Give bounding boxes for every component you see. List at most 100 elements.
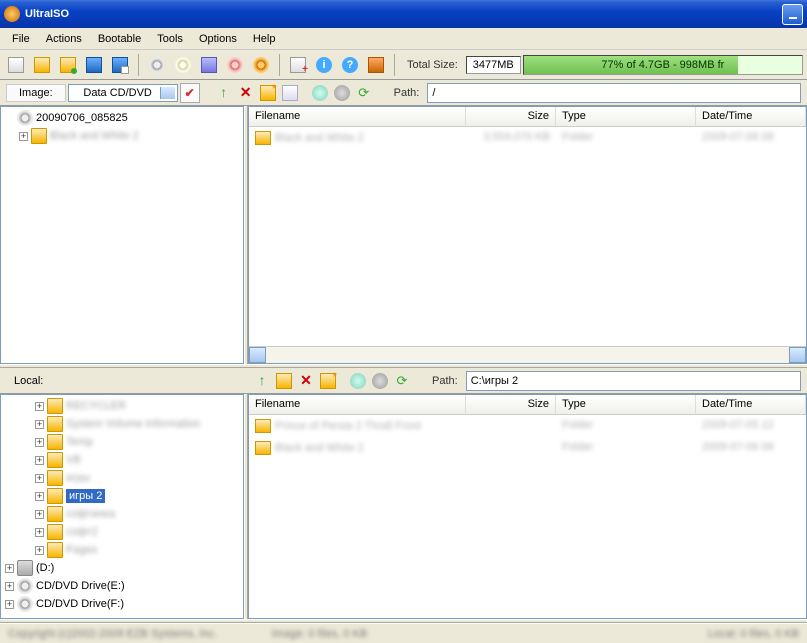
scroll-track[interactable] (266, 347, 789, 363)
menu-actions[interactable]: Actions (38, 31, 90, 47)
local-up-button[interactable]: ↑ (252, 371, 272, 391)
expander-plus[interactable]: + (19, 132, 28, 141)
tree-drive[interactable]: + (D:) (3, 559, 241, 577)
menu-help[interactable]: Help (245, 31, 284, 47)
expander-plus[interactable]: + (35, 510, 44, 519)
tree-folder[interactable]: +System Volume Information (3, 415, 241, 433)
expander-plus[interactable]: + (35, 456, 44, 465)
col-size[interactable]: Size (466, 395, 556, 414)
local-list-body[interactable]: Prince of Persia 2 Thrall Front Folder 2… (249, 415, 806, 618)
expander-plus[interactable]: + (35, 420, 44, 429)
list-item[interactable]: Black and White 2 Folder 2009-07-06 08 (249, 437, 806, 459)
status-image: Image: 0 files, 0 KB (272, 628, 536, 640)
tree-folder[interactable]: +игры (3, 469, 241, 487)
item-size (466, 439, 556, 457)
reopen-button[interactable] (56, 53, 80, 77)
expander-plus[interactable]: + (35, 438, 44, 447)
expander-plus[interactable]: + (5, 582, 14, 591)
new-folder-button[interactable] (258, 83, 278, 103)
menu-tools[interactable]: Tools (149, 31, 191, 47)
info-button[interactable]: i (312, 53, 336, 77)
col-date[interactable]: Date/Time (696, 395, 806, 414)
local-find-button[interactable] (348, 371, 368, 391)
local-settings-button[interactable] (370, 371, 390, 391)
extract-button[interactable] (171, 53, 195, 77)
delete-x-icon: ✕ (238, 85, 254, 101)
col-filename[interactable]: Filename (249, 395, 466, 414)
add-files-button[interactable] (286, 53, 310, 77)
compress-icon (201, 57, 217, 73)
h-scrollbar[interactable] (249, 346, 806, 363)
expander-plus[interactable]: + (35, 546, 44, 555)
find-button[interactable] (310, 83, 330, 103)
exit-button[interactable] (364, 53, 388, 77)
image-path-input[interactable] (427, 83, 801, 103)
create-cd-button[interactable] (145, 53, 169, 77)
image-apply-button[interactable]: ✔ (180, 83, 200, 103)
local-tree[interactable]: +RECYCLER+System Volume Information+Temp… (0, 394, 244, 619)
tree-child[interactable]: + Black and White 2 (3, 127, 241, 145)
col-filename[interactable]: Filename (249, 107, 466, 126)
local-delete-button[interactable]: ✕ (296, 371, 316, 391)
burn-button[interactable] (249, 53, 273, 77)
image-type-combo[interactable]: Data CD/DVD (68, 84, 178, 102)
folder-icon (255, 131, 271, 145)
minimize-button[interactable] (782, 4, 803, 25)
help-button[interactable]: ? (338, 53, 362, 77)
expander-plus[interactable]: + (35, 492, 44, 501)
compress-button[interactable] (197, 53, 221, 77)
local-open-button[interactable] (274, 371, 294, 391)
expander-plus[interactable]: + (5, 564, 14, 573)
expander-plus[interactable]: + (35, 474, 44, 483)
parent-folder-button[interactable]: ↑ (214, 83, 234, 103)
col-date[interactable]: Date/Time (696, 107, 806, 126)
tree-folder-label: Pages (66, 544, 97, 556)
tree-folder[interactable]: +Temp (3, 433, 241, 451)
expander-plus[interactable]: + (35, 402, 44, 411)
capacity-bar[interactable]: 77% of 4.7GB - 998MB fr (523, 55, 803, 75)
local-panel: +RECYCLER+System Volume Information+Temp… (0, 394, 807, 619)
delete-button[interactable]: ✕ (236, 83, 256, 103)
local-path-input[interactable] (466, 371, 801, 391)
col-size[interactable]: Size (466, 107, 556, 126)
folder-icon (31, 128, 47, 144)
image-list-body[interactable]: Black and White 2 3,554,070 KB Folder 20… (249, 127, 806, 346)
properties-button[interactable] (280, 83, 300, 103)
tree-folder[interactable]: +софт2 (3, 523, 241, 541)
menu-options[interactable]: Options (191, 31, 245, 47)
settings-button[interactable] (332, 83, 352, 103)
scroll-left-button[interactable] (249, 347, 266, 363)
save-as-button[interactable] (108, 53, 132, 77)
save-button[interactable] (82, 53, 106, 77)
image-label: Image: (6, 84, 66, 102)
tree-root-label: 20090706_085825 (36, 112, 128, 124)
tree-folder[interactable]: + игры 2 (3, 487, 241, 505)
col-type[interactable]: Type (556, 107, 696, 126)
tree-folder-label: игры 2 (66, 489, 105, 503)
tree-folder[interactable]: +софтинка (3, 505, 241, 523)
refresh-button[interactable]: ⟳ (354, 83, 374, 103)
menu-bootable[interactable]: Bootable (90, 31, 149, 47)
folder-icon (47, 542, 63, 558)
mount-button[interactable] (223, 53, 247, 77)
scroll-right-button[interactable] (789, 347, 806, 363)
tree-root[interactable]: 20090706_085825 (3, 109, 241, 127)
tree-folder[interactable]: + Pages (3, 541, 241, 559)
list-item[interactable]: Prince of Persia 2 Thrall Front Folder 2… (249, 415, 806, 437)
open-button[interactable] (30, 53, 54, 77)
local-newfolder-button[interactable] (318, 371, 338, 391)
menu-file[interactable]: File (4, 31, 38, 47)
tree-folder[interactable]: + VB (3, 451, 241, 469)
tree-drive[interactable]: + CD/DVD Drive(F:) (3, 595, 241, 613)
expander-plus[interactable]: + (5, 600, 14, 609)
tree-folder-label: VB (66, 454, 81, 466)
list-item[interactable]: Black and White 2 3,554,070 KB Folder 20… (249, 127, 806, 149)
new-button[interactable] (4, 53, 28, 77)
tree-folder[interactable]: +RECYCLER (3, 397, 241, 415)
expander-plus[interactable]: + (35, 528, 44, 537)
image-tree[interactable]: 20090706_085825 + Black and White 2 (0, 106, 244, 364)
col-type[interactable]: Type (556, 395, 696, 414)
total-size-value: 3477MB (466, 56, 521, 74)
local-refresh-button[interactable]: ⟳ (392, 371, 412, 391)
tree-drive[interactable]: + CD/DVD Drive(E:) (3, 577, 241, 595)
